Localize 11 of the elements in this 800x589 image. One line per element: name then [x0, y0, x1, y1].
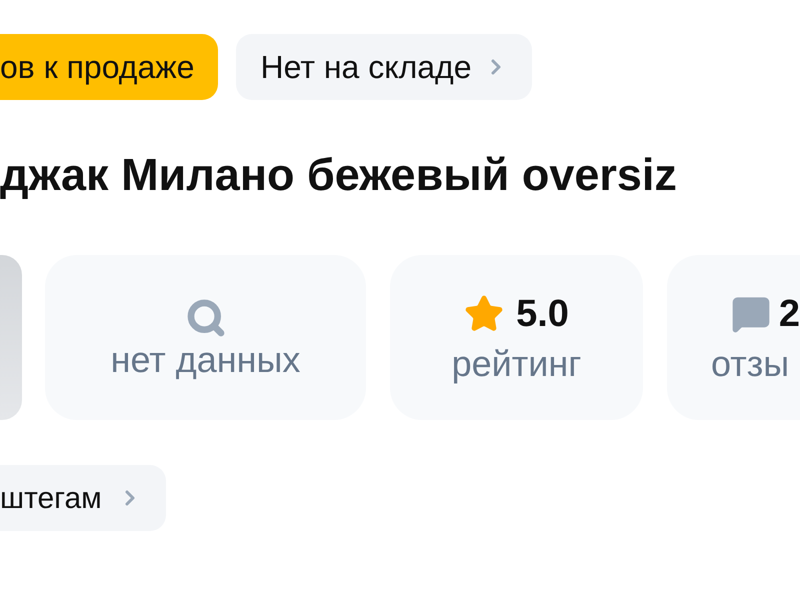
- reviews-count: 2: [778, 294, 800, 332]
- stat-label: рейтинг: [452, 346, 582, 382]
- product-title: джак Милано бежевый oversiz: [0, 152, 678, 197]
- rating-value: 5.0: [516, 294, 569, 332]
- tag-chip[interactable]: ов к продаже: [0, 34, 218, 100]
- stock-link[interactable]: Нет на складе: [236, 34, 532, 100]
- search-icon: [186, 298, 226, 338]
- hashtags-link[interactable]: штегам: [0, 465, 166, 531]
- star-icon: [464, 294, 504, 334]
- stat-label: отзы: [710, 346, 790, 382]
- stat-label: нет данных: [110, 342, 300, 378]
